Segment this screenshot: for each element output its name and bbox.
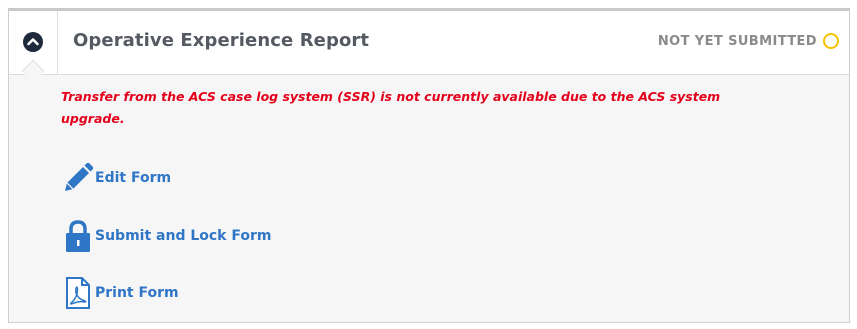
print-form-link[interactable]: Print Form [61,276,179,310]
panel-header: Operative Experience Report NOT YET SUBM… [9,11,849,83]
header-notch [21,59,45,83]
toggle-column [9,11,58,83]
submission-status: NOT YET SUBMITTED [658,33,839,49]
chevron-up-icon [27,38,39,46]
pdf-file-icon [61,276,95,310]
submit-lock-form-label: Submit and Lock Form [95,228,272,244]
print-form-label: Print Form [95,285,179,301]
edit-form-link[interactable]: Edit Form [61,161,171,195]
panel-title: Operative Experience Report [73,30,370,51]
status-text: NOT YET SUBMITTED [657,33,817,49]
edit-form-label: Edit Form [95,170,172,186]
collapse-toggle-button[interactable] [23,32,43,52]
status-circle-icon [823,33,839,49]
lock-icon [61,219,95,253]
pencil-icon [61,161,95,195]
submit-lock-form-link[interactable]: Submit and Lock Form [61,219,271,253]
notice-message: Transfer from the ACS case log system (S… [61,89,721,126]
